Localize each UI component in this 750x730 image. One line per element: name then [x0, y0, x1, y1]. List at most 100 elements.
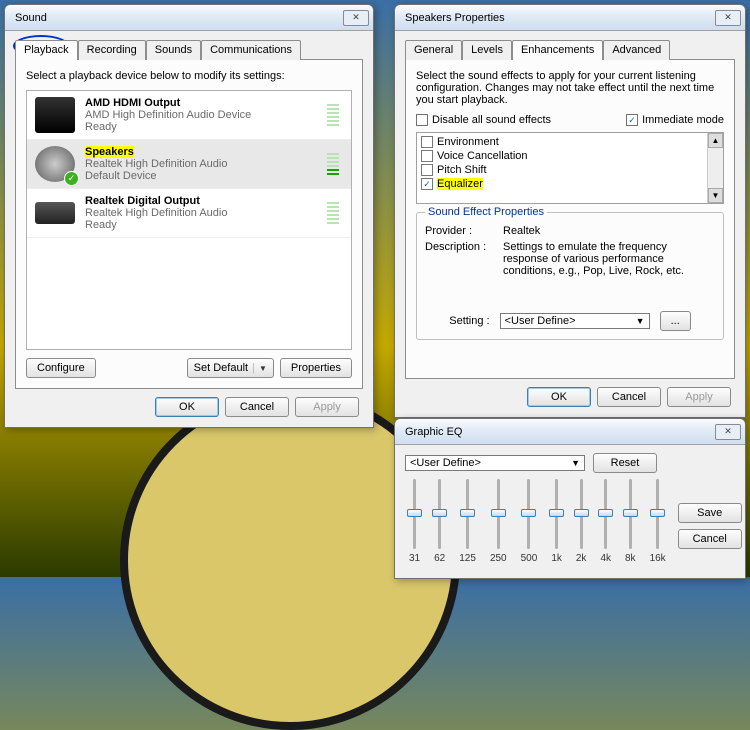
band-label: 16k: [650, 553, 666, 564]
band-label: 500: [521, 553, 538, 564]
band-label: 62: [434, 553, 445, 564]
tab-communications[interactable]: Communications: [201, 40, 301, 60]
close-icon[interactable]: ✕: [715, 424, 741, 440]
sound-dialog: Sound ✕ Playback Recording Sounds Commun…: [4, 4, 374, 428]
effect-pitch-shift[interactable]: Pitch Shift: [417, 163, 723, 177]
provider-label: Provider :: [425, 225, 503, 237]
setting-select[interactable]: <User Define> ▼: [500, 313, 650, 329]
checkbox-icon: [421, 150, 433, 162]
eq-band-31[interactable]: 31: [409, 479, 420, 564]
effect-environment[interactable]: Environment: [417, 135, 723, 149]
instruction-text: Select a playback device below to modify…: [26, 70, 352, 82]
device-speakers[interactable]: ✓ Speakers Realtek High Definition Audio…: [27, 140, 351, 189]
device-status: Default Device: [85, 170, 317, 182]
eq-band-1k[interactable]: 1k: [551, 479, 562, 564]
disable-all-checkbox[interactable]: Disable all sound effects: [416, 114, 551, 126]
tab-playback[interactable]: Playback: [15, 40, 78, 60]
close-icon[interactable]: ✕: [343, 10, 369, 26]
eq-band-8k[interactable]: 8k: [625, 479, 636, 564]
device-amd-hdmi[interactable]: AMD HDMI Output AMD High Definition Audi…: [27, 91, 351, 140]
enhancements-panel: Select the sound effects to apply for yo…: [405, 59, 735, 379]
eq-band-125[interactable]: 125: [459, 479, 476, 564]
reset-button[interactable]: Reset: [593, 453, 657, 473]
eq-band-2k[interactable]: 2k: [576, 479, 587, 564]
save-button[interactable]: Save: [678, 503, 742, 523]
apply-button[interactable]: Apply: [295, 397, 359, 417]
slider-thumb[interactable]: [650, 509, 665, 517]
eq-band-4k[interactable]: 4k: [600, 479, 611, 564]
tab-sounds[interactable]: Sounds: [146, 40, 201, 60]
tab-recording[interactable]: Recording: [78, 40, 146, 60]
slider-thumb[interactable]: [521, 509, 536, 517]
sound-effect-properties-group: Sound Effect Properties Provider : Realt…: [416, 212, 724, 340]
band-label: 1k: [551, 553, 562, 564]
band-label: 2k: [576, 553, 587, 564]
immediate-mode-label: Immediate mode: [642, 114, 724, 126]
setting-label: Setting :: [449, 315, 489, 327]
speaker-icon: ✓: [35, 146, 75, 182]
speakers-title: Speakers Properties: [405, 12, 715, 24]
eq-band-500[interactable]: 500: [521, 479, 538, 564]
configure-button[interactable]: Configure: [26, 358, 96, 378]
effects-list[interactable]: Environment Voice Cancellation Pitch Shi…: [416, 132, 724, 204]
disable-all-label: Disable all sound effects: [432, 114, 551, 126]
ok-button[interactable]: OK: [527, 387, 591, 407]
chevron-separator: |: [252, 362, 255, 374]
slider-thumb[interactable]: [598, 509, 613, 517]
sound-dialog-titlebar[interactable]: Sound ✕: [5, 5, 373, 31]
scroll-up-icon[interactable]: ▲: [708, 133, 723, 148]
slider-thumb[interactable]: [623, 509, 638, 517]
slider-thumb[interactable]: [432, 509, 447, 517]
slider-thumb[interactable]: [574, 509, 589, 517]
eq-sliders: 31 62 125 250 500 1k 2k 4k 8k 16k: [409, 479, 666, 564]
eq-titlebar[interactable]: Graphic EQ ✕: [395, 419, 745, 445]
eq-preset-select[interactable]: <User Define> ▼: [405, 455, 585, 471]
cancel-button[interactable]: Cancel: [597, 387, 661, 407]
setting-value: <User Define>: [505, 315, 576, 327]
more-button[interactable]: ...: [660, 311, 691, 331]
cancel-button[interactable]: Cancel: [225, 397, 289, 417]
eq-band-250[interactable]: 250: [490, 479, 507, 564]
speakers-tabs: General Levels Enhancements Advanced: [405, 39, 735, 59]
chevron-down-icon: ▼: [571, 458, 580, 468]
tab-general[interactable]: General: [405, 40, 462, 60]
speakers-titlebar[interactable]: Speakers Properties ✕: [395, 5, 745, 31]
description-value: Settings to emulate the frequency respon…: [503, 241, 715, 277]
tab-advanced[interactable]: Advanced: [603, 40, 670, 60]
eq-band-16k[interactable]: 16k: [650, 479, 666, 564]
tab-levels[interactable]: Levels: [462, 40, 512, 60]
device-sub: AMD High Definition Audio Device: [85, 109, 317, 121]
effect-label: Pitch Shift: [437, 164, 487, 176]
checkmark-icon: ✓: [64, 171, 79, 186]
close-icon[interactable]: ✕: [715, 10, 741, 26]
band-label: 31: [409, 553, 420, 564]
device-list[interactable]: AMD HDMI Output AMD High Definition Audi…: [26, 90, 352, 350]
device-realtek-digital[interactable]: Realtek Digital Output Realtek High Defi…: [27, 189, 351, 238]
cancel-button[interactable]: Cancel: [678, 529, 742, 549]
effect-equalizer[interactable]: ✓ Equalizer: [417, 177, 723, 191]
sound-dialog-title: Sound: [15, 12, 343, 24]
slider-thumb[interactable]: [460, 509, 475, 517]
properties-button[interactable]: Properties: [280, 358, 352, 378]
device-status: Ready: [85, 121, 317, 133]
slider-thumb[interactable]: [407, 509, 422, 517]
apply-button[interactable]: Apply: [667, 387, 731, 407]
eq-band-62[interactable]: 62: [434, 479, 445, 564]
slider-thumb[interactable]: [549, 509, 564, 517]
speakers-properties-dialog: Speakers Properties ✕ General Levels Enh…: [394, 4, 746, 418]
immediate-mode-checkbox[interactable]: ✓ Immediate mode: [626, 114, 724, 126]
ok-button[interactable]: OK: [155, 397, 219, 417]
scrollbar[interactable]: ▲ ▼: [707, 133, 723, 203]
checkbox-icon: ✓: [626, 114, 638, 126]
band-label: 4k: [600, 553, 611, 564]
effect-voice-cancellation[interactable]: Voice Cancellation: [417, 149, 723, 163]
scroll-down-icon[interactable]: ▼: [708, 188, 723, 203]
effect-label: Voice Cancellation: [437, 150, 528, 162]
graphic-eq-dialog: Graphic EQ ✕ <User Define> ▼ Reset 31 62…: [394, 418, 746, 579]
slider-thumb[interactable]: [491, 509, 506, 517]
tab-enhancements[interactable]: Enhancements: [512, 40, 603, 60]
checkbox-icon: [421, 136, 433, 148]
device-sub: Realtek High Definition Audio: [85, 207, 317, 219]
set-default-button[interactable]: Set Default | ▼: [187, 358, 274, 378]
eq-title: Graphic EQ: [405, 426, 715, 438]
